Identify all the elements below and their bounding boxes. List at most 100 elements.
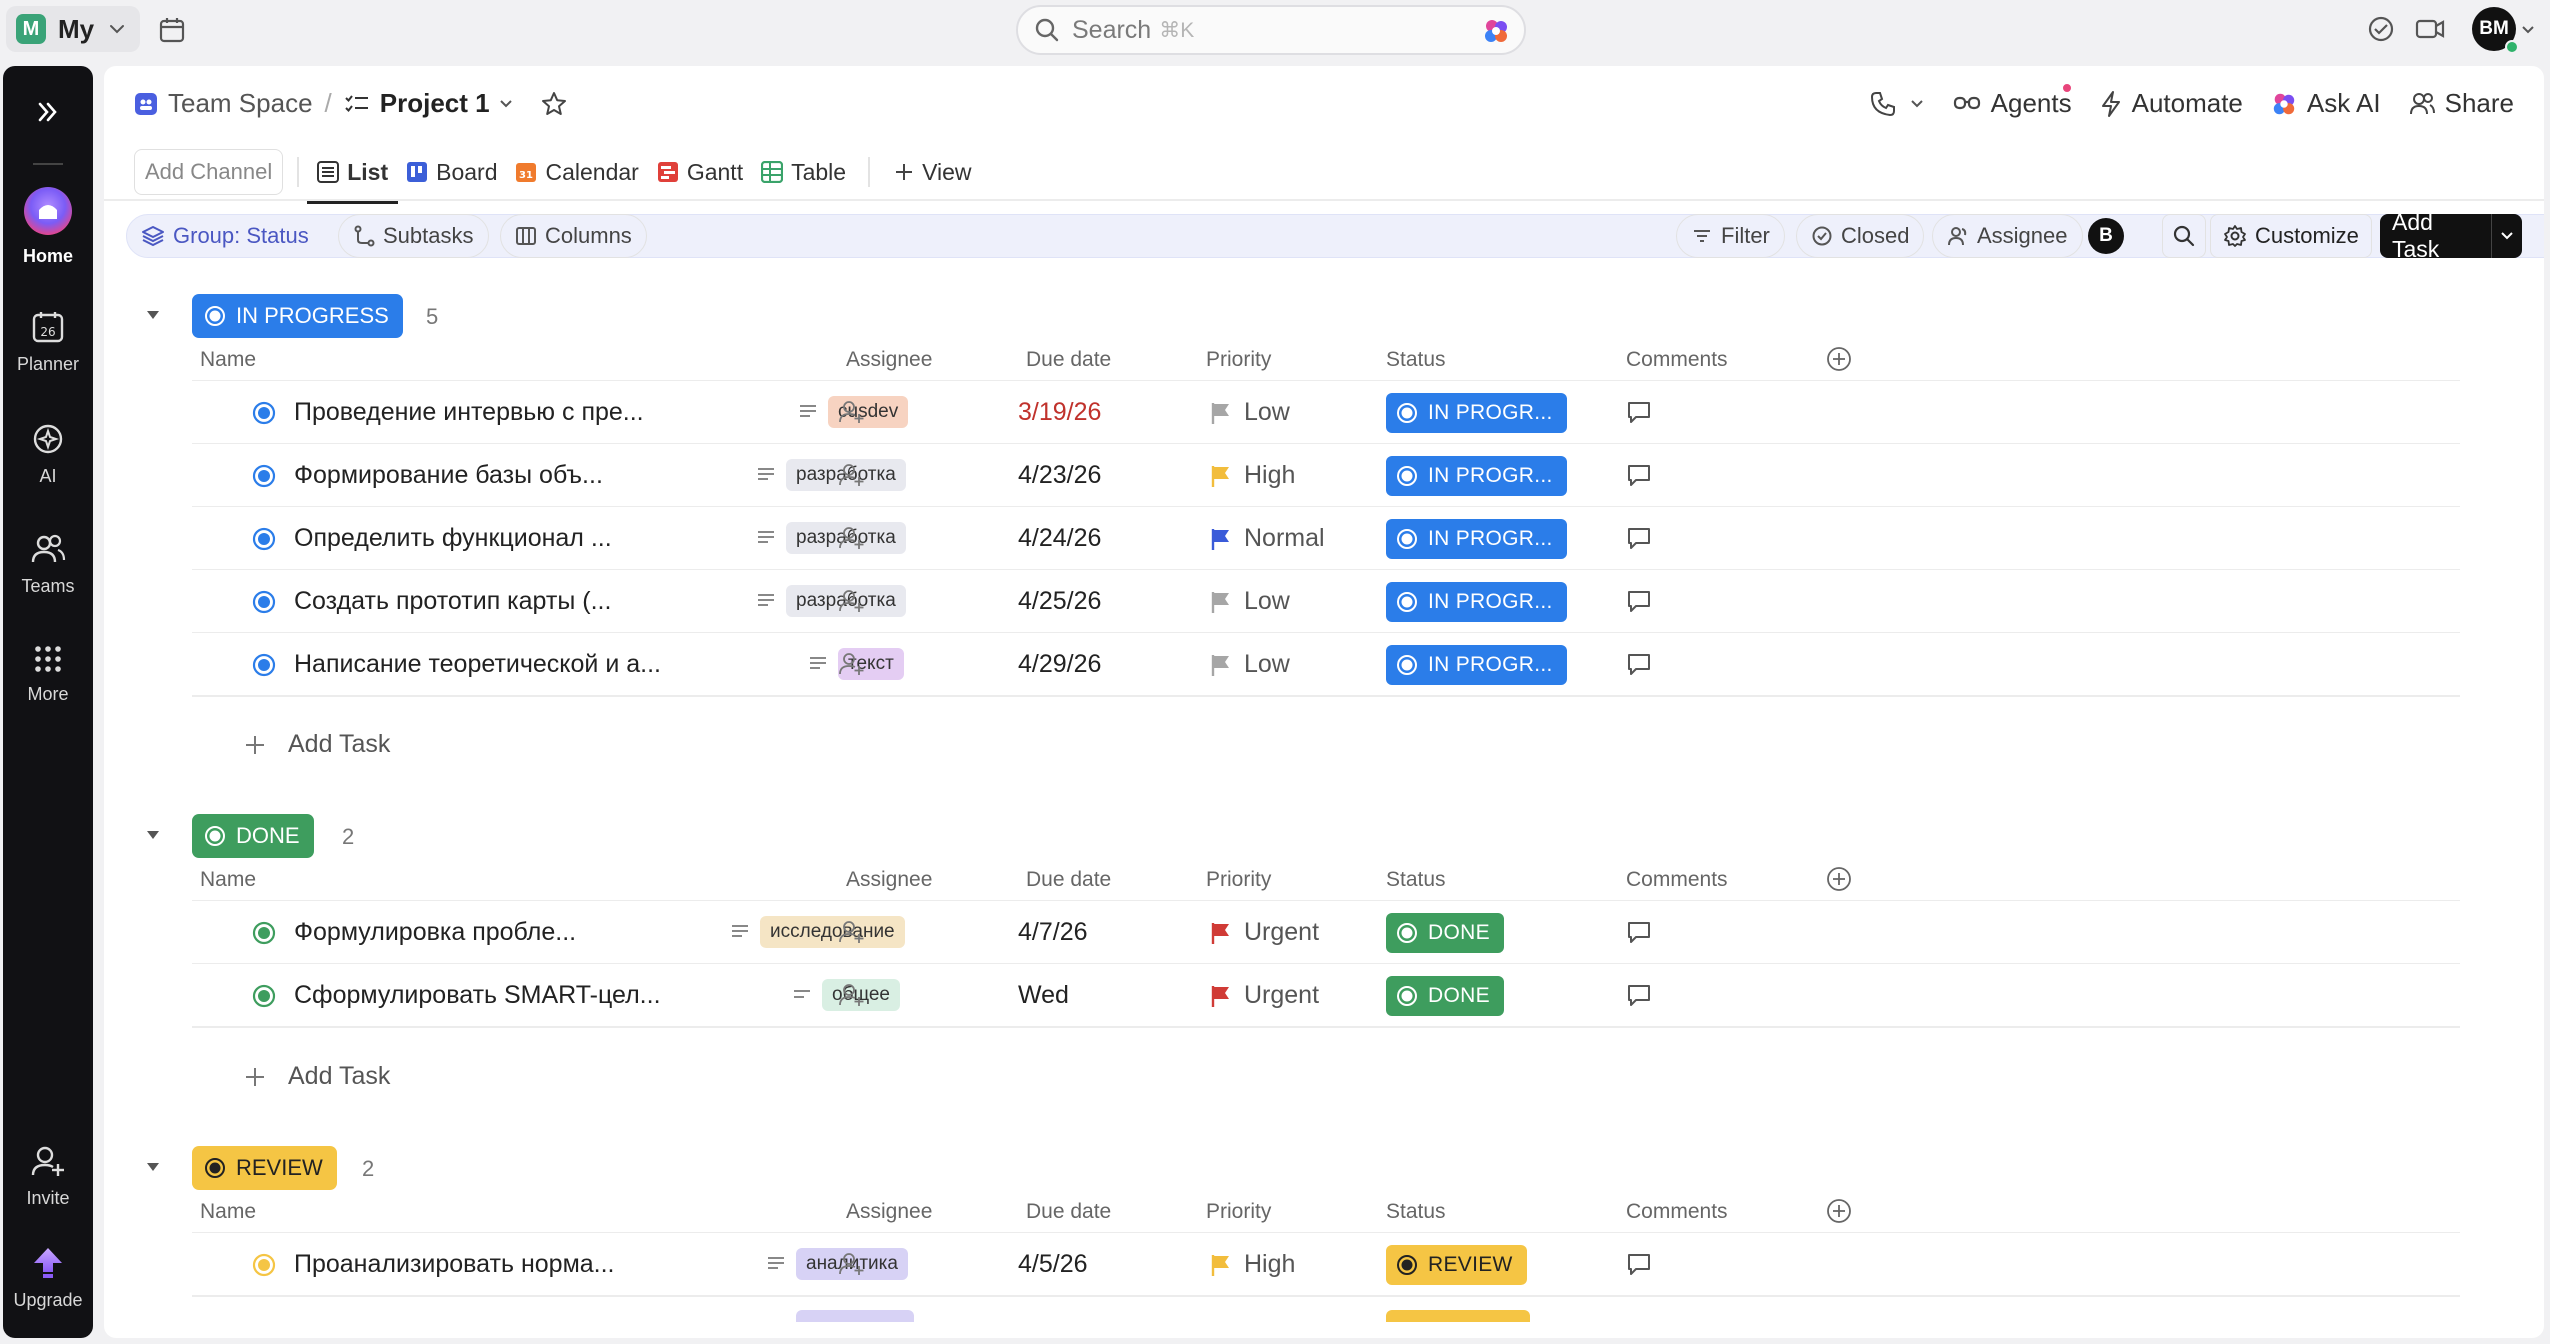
- status-badge[interactable]: REVIEW: [192, 1146, 337, 1190]
- chevron-down-icon[interactable]: [498, 96, 514, 112]
- subtasks-button[interactable]: Subtasks: [338, 214, 489, 258]
- task-name[interactable]: Формулировка пробле...: [294, 918, 576, 947]
- task-name[interactable]: Определить функционал ...: [294, 524, 612, 553]
- search-bar[interactable]: Search ⌘K: [1016, 5, 1526, 55]
- search-tasks-button[interactable]: [2162, 214, 2206, 258]
- col-comments[interactable]: Comments: [1626, 348, 1728, 372]
- task-name[interactable]: Сформулировать SMART-цел...: [294, 981, 661, 1010]
- col-comments[interactable]: Comments: [1626, 868, 1728, 892]
- col-status[interactable]: Status: [1386, 348, 1446, 372]
- table-row[interactable]: Определить функционал ... разработка 4/2…: [192, 506, 2460, 569]
- task-priority[interactable]: Urgent: [1210, 918, 1319, 947]
- task-priority[interactable]: High: [1210, 1250, 1295, 1279]
- status-badge[interactable]: DONE: [1386, 913, 1504, 953]
- video-icon[interactable]: [2414, 14, 2446, 44]
- status-badge[interactable]: DONE: [1386, 976, 1504, 1016]
- task-name[interactable]: Проведение интервью с пре...: [294, 398, 644, 427]
- col-status[interactable]: Status: [1386, 868, 1446, 892]
- status-badge[interactable]: IN PROGR...: [1386, 645, 1567, 685]
- tab-calendar[interactable]: 31 Calendar: [515, 144, 639, 200]
- add-view-button[interactable]: View: [894, 144, 972, 200]
- status-badge[interactable]: IN PROGR...: [1386, 519, 1567, 559]
- add-column-icon[interactable]: [1826, 866, 1852, 892]
- status-badge[interactable]: IN PROGR...: [1386, 456, 1567, 496]
- comment-icon[interactable]: [1626, 919, 1652, 945]
- comment-icon[interactable]: [1626, 1251, 1652, 1277]
- columns-button[interactable]: Columns: [500, 214, 647, 258]
- task-due-date[interactable]: 4/24/26: [1018, 524, 1101, 553]
- col-name[interactable]: Name: [200, 348, 256, 372]
- check-circle-icon[interactable]: [2366, 14, 2396, 44]
- add-task-row[interactable]: Add Task: [244, 730, 390, 759]
- col-comments[interactable]: Comments: [1626, 1200, 1728, 1224]
- add-task-dropdown[interactable]: [2490, 214, 2522, 258]
- add-column-icon[interactable]: [1826, 1198, 1852, 1224]
- in-progress-status-icon[interactable]: [252, 653, 276, 677]
- task-name[interactable]: Проанализировать норма...: [294, 1250, 615, 1279]
- in-progress-status-icon[interactable]: [252, 464, 276, 488]
- add-channel-button[interactable]: Add Channel: [134, 149, 284, 195]
- automate-button[interactable]: Automate: [2100, 88, 2243, 119]
- comment-icon[interactable]: [1626, 982, 1652, 1008]
- add-task-button[interactable]: Add Task: [2380, 209, 2522, 262]
- task-name[interactable]: Создать прототип карты (...: [294, 587, 611, 616]
- assignee-placeholder-icon[interactable]: [838, 919, 864, 945]
- tab-table[interactable]: Table: [761, 144, 846, 200]
- filter-button[interactable]: Filter: [1676, 214, 1785, 258]
- col-name[interactable]: Name: [200, 1200, 256, 1224]
- task-due-date[interactable]: 3/19/26: [1018, 398, 1101, 427]
- status-badge[interactable]: IN PROGR...: [1386, 393, 1567, 433]
- caret-down-icon[interactable]: [144, 826, 162, 844]
- share-button[interactable]: Share: [2409, 88, 2514, 119]
- col-priority[interactable]: Priority: [1206, 868, 1271, 892]
- customize-button[interactable]: Customize: [2210, 214, 2372, 258]
- comment-icon[interactable]: [1626, 462, 1652, 488]
- table-row[interactable]: Проведение интервью с пре... cusdev 3/19…: [192, 380, 2460, 443]
- sidebar-expand[interactable]: [3, 98, 93, 126]
- breadcrumb-project[interactable]: Project 1: [380, 88, 490, 119]
- sidebar-item-upgrade[interactable]: Upgrade: [3, 1246, 93, 1311]
- done-status-icon[interactable]: [252, 921, 276, 945]
- assignee-filter-button[interactable]: Assignee: [1932, 214, 2083, 258]
- col-due-date[interactable]: Due date: [1026, 868, 1111, 892]
- ai-brain-icon[interactable]: [1482, 17, 1510, 45]
- task-tag[interactable]: исследование: [760, 916, 905, 948]
- task-due-date[interactable]: 4/5/26: [1018, 1250, 1088, 1279]
- sidebar-item-ai[interactable]: AI: [3, 422, 93, 487]
- caret-down-icon[interactable]: [144, 1158, 162, 1176]
- sidebar-item-teams[interactable]: Teams: [3, 532, 93, 597]
- chevron-down-icon[interactable]: [2520, 22, 2536, 38]
- calendar-icon[interactable]: [158, 16, 186, 44]
- col-assignee[interactable]: Assignee: [846, 1200, 932, 1224]
- status-badge[interactable]: IN PROGR...: [1386, 582, 1567, 622]
- task-due-date[interactable]: Wed: [1018, 981, 1069, 1010]
- tab-gantt[interactable]: Gantt: [657, 144, 743, 200]
- task-due-date[interactable]: 4/7/26: [1018, 918, 1088, 947]
- table-row[interactable]: Формулировка пробле... исследование 4/7/…: [192, 900, 2460, 963]
- caret-down-icon[interactable]: [144, 306, 162, 324]
- comment-icon[interactable]: [1626, 651, 1652, 677]
- assignee-placeholder-icon[interactable]: [838, 651, 864, 677]
- sidebar-item-more[interactable]: More: [3, 644, 93, 705]
- agents-button[interactable]: Agents: [1953, 82, 2073, 119]
- assignee-placeholder-icon[interactable]: [838, 982, 864, 1008]
- comment-icon[interactable]: [1626, 588, 1652, 614]
- sidebar-item-invite[interactable]: Invite: [3, 1144, 93, 1209]
- table-row[interactable]: Проанализировать норма... аналитика 4/5/…: [192, 1232, 2460, 1295]
- task-due-date[interactable]: 4/29/26: [1018, 650, 1101, 679]
- call-menu[interactable]: [1869, 90, 1925, 118]
- col-priority[interactable]: Priority: [1206, 1200, 1271, 1224]
- assignee-placeholder-icon[interactable]: [838, 525, 864, 551]
- comment-icon[interactable]: [1626, 525, 1652, 551]
- table-row[interactable]: Создать прототип карты (... разработка 4…: [192, 569, 2460, 632]
- col-assignee[interactable]: Assignee: [846, 868, 932, 892]
- me-avatar-filter[interactable]: B: [2088, 218, 2124, 254]
- ask-ai-button[interactable]: Ask AI: [2271, 88, 2381, 119]
- col-due-date[interactable]: Due date: [1026, 1200, 1111, 1224]
- assignee-placeholder-icon[interactable]: [838, 588, 864, 614]
- task-due-date[interactable]: 4/25/26: [1018, 587, 1101, 616]
- status-badge[interactable]: DONE: [192, 814, 314, 858]
- col-status[interactable]: Status: [1386, 1200, 1446, 1224]
- task-name[interactable]: Написание теоретической и а...: [294, 650, 661, 679]
- sidebar-item-planner[interactable]: 26 Planner: [3, 310, 93, 375]
